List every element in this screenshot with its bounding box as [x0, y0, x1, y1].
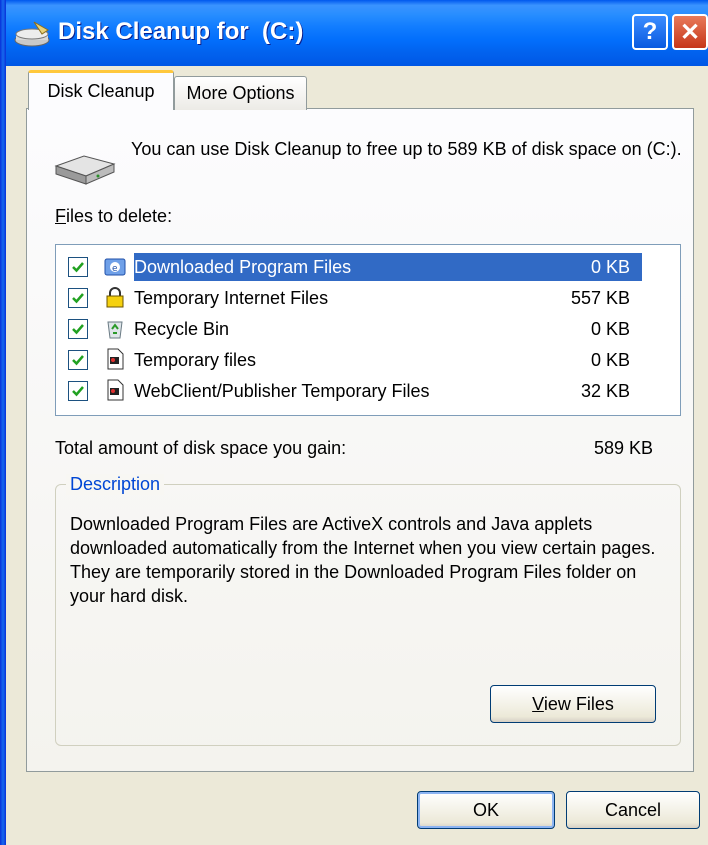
cancel-button[interactable]: Cancel — [566, 791, 700, 829]
tab-disk-cleanup[interactable]: Disk Cleanup — [28, 70, 174, 110]
mnemonic-letter: F — [55, 206, 66, 226]
label-rest: iew Files — [543, 693, 614, 714]
broom-icon — [14, 21, 50, 47]
checkbox[interactable] — [68, 257, 88, 277]
close-icon: ✕ — [679, 18, 701, 46]
button-label: View Files — [532, 694, 614, 715]
tab-label: More Options — [186, 83, 295, 103]
description-legend: Description — [66, 474, 165, 495]
ie-folder-icon: e — [104, 258, 126, 276]
window-title: Disk Cleanup for (C:) — [58, 18, 304, 45]
checkbox[interactable] — [68, 319, 88, 339]
files-list[interactable]: e Downloaded Program Files 0 KB Temporar… — [55, 244, 681, 416]
file-name: Recycle Bin — [134, 319, 230, 339]
intro-text: You can use Disk Cleanup to free up to 5… — [131, 139, 682, 159]
checkbox[interactable] — [68, 381, 88, 401]
tab-more-options[interactable]: More Options — [174, 76, 307, 110]
list-item[interactable]: Temporary Internet Files 557 KB — [66, 283, 642, 313]
file-size: 32 KB — [580, 381, 630, 401]
total-value: 589 KB — [594, 438, 654, 458]
ok-button[interactable]: OK — [417, 791, 555, 829]
description-text: Downloaded Program Files are ActiveX con… — [70, 514, 656, 606]
file-name: Downloaded Program Files — [134, 253, 356, 281]
checkmark-icon — [72, 355, 84, 366]
list-item[interactable]: Recycle Bin 0 KB — [66, 314, 642, 344]
list-item[interactable]: e Downloaded Program Files 0 KB — [66, 252, 642, 282]
file-size: 0 KB — [590, 350, 630, 370]
help-button[interactable]: ? — [632, 14, 668, 50]
file-size: 557 KB — [570, 288, 630, 308]
checkmark-icon — [72, 293, 84, 304]
file-size: 0 KB — [590, 253, 630, 281]
close-button[interactable]: ✕ — [672, 14, 708, 50]
document-icon — [107, 348, 124, 370]
mnemonic-letter: V — [532, 693, 544, 714]
window-border — [0, 0, 6, 845]
svg-text:e: e — [112, 264, 118, 274]
file-name: Temporary Internet Files — [134, 288, 329, 308]
help-icon: ? — [642, 18, 658, 45]
checkmark-icon — [72, 324, 84, 335]
file-name: WebClient/Publisher Temporary Files — [134, 381, 430, 401]
checkmark-icon — [72, 262, 84, 273]
hard-drive-icon — [54, 155, 116, 185]
checkbox[interactable] — [68, 350, 88, 370]
checkbox[interactable] — [68, 288, 88, 308]
title-bar[interactable]: Disk Cleanup for (C:) ? ✕ — [0, 0, 708, 66]
view-files-button[interactable]: View Files — [490, 685, 656, 723]
total-label: Total amount of disk space you gain: — [55, 438, 347, 458]
list-item[interactable]: Temporary files 0 KB — [66, 345, 642, 375]
checkmark-icon — [72, 386, 84, 397]
disk-cleanup-window: Disk Cleanup for (C:) ? ✕ Disk Cleanup M… — [0, 0, 708, 845]
recycle-bin-icon — [107, 321, 123, 339]
label-rest: iles to delete: — [66, 206, 173, 226]
document-icon — [107, 379, 124, 401]
files-to-delete-label: Files to delete: — [55, 206, 172, 227]
file-name: Temporary files — [134, 350, 257, 370]
file-size: 0 KB — [590, 319, 630, 339]
lock-icon — [106, 287, 124, 308]
tab-label: Disk Cleanup — [47, 81, 155, 101]
list-item[interactable]: WebClient/Publisher Temporary Files 32 K… — [66, 376, 642, 406]
